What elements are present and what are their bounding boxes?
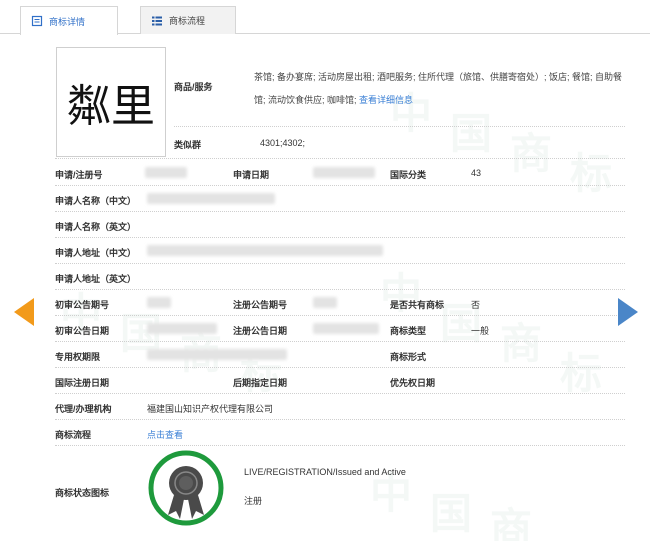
intl-class-value: 43 bbox=[471, 168, 482, 178]
divider bbox=[55, 158, 625, 159]
watermark: 国 bbox=[430, 489, 473, 538]
redacted-value bbox=[147, 323, 217, 334]
trademark-logo-text: 粼里 bbox=[67, 81, 155, 132]
table-row: 国际注册日期 后期指定日期 优先权日期 bbox=[55, 368, 625, 394]
intl-reg-date-label: 国际注册日期 bbox=[55, 378, 110, 388]
prelim-pub-date-label: 初审公告日期 bbox=[55, 326, 110, 336]
list-icon bbox=[152, 16, 162, 25]
previous-arrow-icon[interactable] bbox=[14, 298, 34, 326]
redacted-value bbox=[147, 193, 275, 204]
applicant-en-label: 申请人名称（英文） bbox=[55, 222, 137, 232]
exclusive-period-label: 专用权期限 bbox=[55, 352, 101, 362]
table-row: 代理/办理机构 福建国山知识产权代理有限公司 bbox=[55, 394, 625, 420]
status-icon-label: 商标状态图标 bbox=[55, 488, 110, 498]
later-designation-date-label: 后期指定日期 bbox=[233, 378, 288, 388]
redacted-value bbox=[313, 323, 379, 334]
table-row: 专用权期限 商标形式 bbox=[55, 342, 625, 368]
process-view-link[interactable]: 点击查看 bbox=[147, 428, 183, 441]
redacted-value bbox=[147, 297, 171, 308]
next-arrow-icon[interactable] bbox=[618, 298, 638, 326]
redacted-value bbox=[147, 349, 287, 360]
tab-trademark-detail[interactable]: 商标详情 bbox=[20, 6, 118, 35]
prelim-pub-no-label: 初审公告期号 bbox=[55, 300, 110, 310]
redacted-value bbox=[313, 167, 375, 178]
reg-no-label: 申请/注册号 bbox=[55, 170, 103, 180]
table-row: 申请人名称（中文） bbox=[55, 186, 625, 212]
divider bbox=[174, 126, 625, 127]
tm-type-value: 一般 bbox=[471, 326, 490, 336]
table-row: 申请人名称（英文） bbox=[55, 212, 625, 238]
tab-label: 商标详情 bbox=[49, 16, 86, 27]
reg-pub-no-label: 注册公告期号 bbox=[233, 300, 288, 310]
intl-class-label: 国际分类 bbox=[390, 170, 427, 180]
shared-tm-value: 否 bbox=[471, 300, 481, 310]
table-row: 申请/注册号 申请日期 国际分类 43 bbox=[55, 160, 625, 186]
view-details-link[interactable]: 查看详细信息 bbox=[359, 95, 413, 105]
address-en-label: 申请人地址（英文） bbox=[55, 274, 137, 284]
status-english: LIVE/REGISTRATION/Issued and Active bbox=[244, 467, 406, 477]
table-row: 初审公告期号 注册公告期号 是否共有商标 否 bbox=[55, 290, 625, 316]
similar-group-label: 类似群 bbox=[174, 140, 202, 150]
priority-date-label: 优先权日期 bbox=[390, 378, 436, 388]
redacted-value bbox=[145, 167, 187, 178]
goods-services-text: 茶馆; 备办宴席; 活动房屋出租; 酒吧服务; 住所代理（旅馆、供膳寄宿处）; … bbox=[254, 66, 624, 112]
similar-group-value: 4301;4302; bbox=[260, 138, 306, 148]
redacted-value bbox=[147, 245, 383, 256]
agent-label: 代理/办理机构 bbox=[55, 404, 112, 414]
tm-type-label: 商标类型 bbox=[390, 326, 427, 336]
table-row: 申请人地址（英文） bbox=[55, 264, 625, 290]
apply-date-label: 申请日期 bbox=[233, 170, 270, 180]
trademark-image: 粼里 bbox=[56, 47, 166, 157]
table-row: 初审公告日期 注册公告日期 商标类型 一般 bbox=[55, 316, 625, 342]
agent-value: 福建国山知识产权代理有限公司 bbox=[147, 404, 274, 414]
registered-status-icon bbox=[148, 450, 224, 526]
shared-tm-label: 是否共有商标 bbox=[390, 300, 445, 310]
status-chinese: 注册 bbox=[244, 496, 263, 506]
tm-form-label: 商标形式 bbox=[390, 352, 427, 362]
address-cn-label: 申请人地址（中文） bbox=[55, 248, 137, 258]
process-label: 商标流程 bbox=[55, 430, 92, 440]
document-icon bbox=[31, 15, 43, 27]
reg-pub-date-label: 注册公告日期 bbox=[233, 326, 288, 336]
goods-services-label: 商品/服务 bbox=[174, 82, 213, 92]
tab-bar: 商标详情 商标流程 bbox=[0, 0, 650, 35]
redacted-value bbox=[313, 297, 337, 308]
tab-label: 商标流程 bbox=[169, 16, 206, 26]
table-row: 申请人地址（中文） bbox=[55, 238, 625, 264]
tab-trademark-process[interactable]: 商标流程 bbox=[140, 6, 236, 34]
applicant-cn-label: 申请人名称（中文） bbox=[55, 196, 137, 206]
watermark: 商 bbox=[490, 504, 533, 541]
table-row: 商标流程 点击查看 bbox=[55, 420, 625, 446]
goods-services-value: 茶馆; 备办宴席; 活动房屋出租; 酒吧服务; 住所代理（旅馆、供膳寄宿处）; … bbox=[254, 72, 623, 105]
